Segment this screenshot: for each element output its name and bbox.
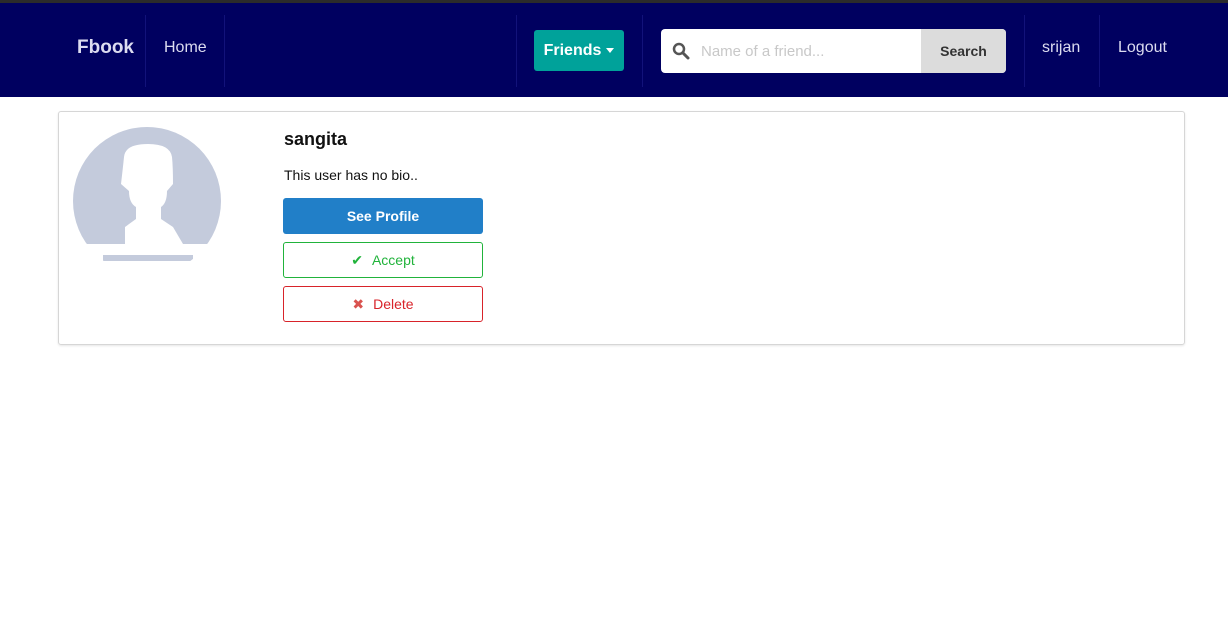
friend-request-card: sangita This user has no bio.. See Profi… bbox=[58, 111, 1185, 345]
user-bio: This user has no bio.. bbox=[284, 167, 418, 183]
divider bbox=[224, 15, 225, 87]
see-profile-button[interactable]: See Profile bbox=[283, 198, 483, 234]
divider bbox=[642, 15, 643, 87]
check-icon: ✔ bbox=[351, 251, 363, 268]
search-input[interactable] bbox=[701, 29, 921, 73]
avatar bbox=[73, 127, 221, 261]
divider bbox=[1099, 15, 1100, 87]
close-icon: ✖ bbox=[352, 295, 365, 312]
search-form: Search bbox=[661, 29, 1006, 73]
nav-home[interactable]: Home bbox=[164, 39, 207, 57]
delete-button[interactable]: ✖ Delete bbox=[283, 286, 483, 322]
navbar: Fbook Home Friends Search srijan Logout bbox=[0, 3, 1228, 97]
search-button[interactable]: Search bbox=[921, 29, 1006, 73]
nav-user[interactable]: srijan bbox=[1042, 39, 1080, 57]
user-name: sangita bbox=[284, 129, 348, 149]
divider bbox=[516, 15, 517, 87]
nav-logout[interactable]: Logout bbox=[1118, 39, 1167, 57]
accept-label: Accept bbox=[371, 252, 415, 268]
divider bbox=[145, 15, 146, 87]
brand-link[interactable]: Fbook bbox=[77, 37, 134, 59]
caret-down-icon bbox=[606, 48, 615, 53]
delete-label: Delete bbox=[373, 296, 414, 312]
divider bbox=[1024, 15, 1025, 87]
accept-button[interactable]: ✔ Accept bbox=[283, 242, 483, 278]
friends-label: Friends bbox=[543, 41, 602, 59]
search-icon bbox=[661, 29, 701, 73]
friends-dropdown[interactable]: Friends bbox=[534, 30, 624, 71]
